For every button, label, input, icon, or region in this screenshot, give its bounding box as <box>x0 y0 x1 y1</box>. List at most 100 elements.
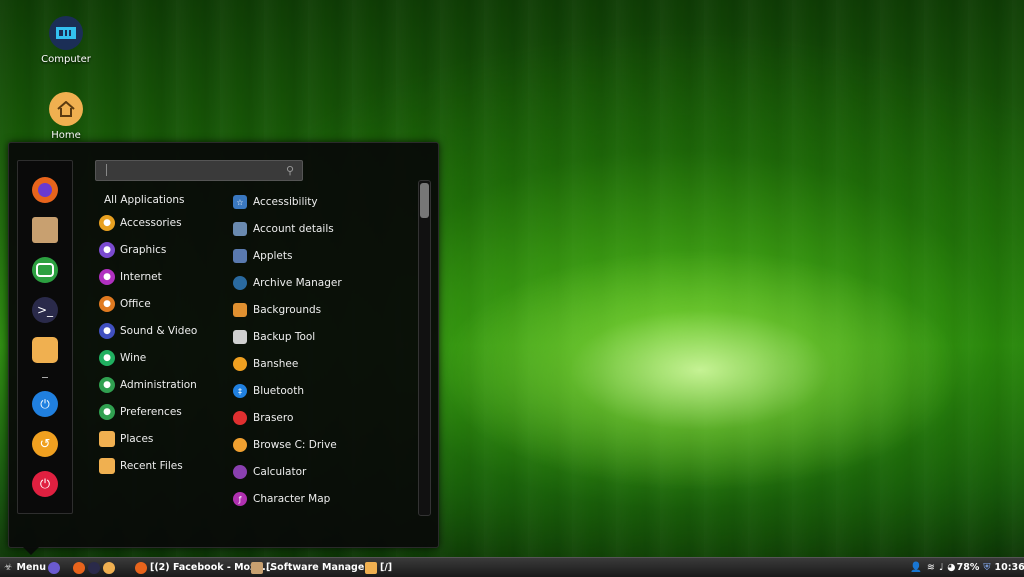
folder-icon[interactable] <box>32 337 58 363</box>
search-input[interactable]: ⚲ <box>95 160 303 181</box>
app-applets[interactable]: Applets <box>233 245 292 267</box>
desktop-icon-computer[interactable]: Computer <box>26 16 106 65</box>
app-browse-c-drive[interactable]: Browse C: Drive <box>233 434 337 456</box>
category-label: Accessories <box>120 217 182 229</box>
category-wine[interactable]: ● Wine <box>99 347 146 369</box>
category-label: Sound & Video <box>120 325 198 337</box>
firefox-icon[interactable] <box>32 177 58 203</box>
app-brasero[interactable]: Brasero <box>233 407 293 429</box>
firefox-launcher-icon[interactable] <box>73 561 85 574</box>
window-button-label: [Software Manager] <box>266 562 374 573</box>
app-label: Banshee <box>253 358 299 370</box>
sound-video-icon: ● <box>99 323 115 339</box>
graphics-icon: ● <box>99 242 115 258</box>
network-icon[interactable]: ≋ <box>927 562 935 573</box>
category-places[interactable]: Places <box>99 428 153 450</box>
volume-icon[interactable]: ♩ <box>939 562 943 573</box>
category-label: Recent Files <box>120 460 183 472</box>
power-icon[interactable]: ⏻ <box>32 471 58 497</box>
desktop-icon-label: Home <box>51 130 81 141</box>
app-backgrounds[interactable]: Backgrounds <box>233 299 321 321</box>
category-label: All Applications <box>104 194 185 206</box>
battery-icon[interactable]: ◕ <box>947 562 955 573</box>
category-office[interactable]: ● Office <box>99 293 151 315</box>
category-label: Preferences <box>120 406 182 418</box>
separator <box>42 377 48 378</box>
system-tray: 👤 ≋ ♩ ◕ 78% ⛨ 10:36 <box>910 560 1024 575</box>
office-icon: ● <box>99 296 115 312</box>
browser-launcher-icon[interactable] <box>48 561 60 574</box>
accessibility-icon: ☆ <box>233 195 247 209</box>
category-accessories[interactable]: ● Accessories <box>99 212 182 234</box>
app-accessibility[interactable]: ☆ Accessibility <box>233 191 318 213</box>
computer-icon <box>49 16 83 50</box>
app-label: Archive Manager <box>253 277 342 289</box>
wine-icon: ● <box>99 350 115 366</box>
text-caret <box>106 164 107 176</box>
app-label: Browse C: Drive <box>253 439 337 451</box>
terminal-icon[interactable]: >_ <box>32 297 58 323</box>
apps-scrollbar[interactable] <box>418 180 431 516</box>
character-map-icon: ƒ <box>233 492 247 506</box>
calculator-icon <box>233 465 247 479</box>
category-label: Places <box>120 433 154 445</box>
category-label: Internet <box>120 271 162 283</box>
category-all-applications[interactable]: All Applications <box>104 189 185 211</box>
window-button-label: [/] <box>380 562 393 573</box>
app-character-map[interactable]: ƒ Character Map <box>233 488 330 510</box>
app-label: Applets <box>253 250 293 262</box>
banshee-icon <box>233 357 247 371</box>
app-calculator[interactable]: Calculator <box>233 461 306 483</box>
battery-percentage: 78% <box>956 562 980 573</box>
desktop-icon-home[interactable]: Home <box>26 92 106 141</box>
home-folder-icon <box>49 92 83 126</box>
category-label: Graphics <box>120 244 167 256</box>
browse-c-drive-icon <box>233 438 247 452</box>
recent-files-icon <box>99 458 115 474</box>
backup-tool-icon <box>233 330 247 344</box>
package-icon[interactable] <box>32 217 58 243</box>
software-manager-icon <box>251 561 263 574</box>
accessories-icon: ● <box>99 215 115 231</box>
category-recent-files[interactable]: Recent Files <box>99 455 183 477</box>
scrollbar-thumb[interactable] <box>420 183 429 218</box>
files-launcher-icon[interactable] <box>103 561 115 574</box>
preferences-icon: ● <box>99 404 115 420</box>
app-label: Bluetooth <box>253 385 304 397</box>
category-graphics[interactable]: ● Graphics <box>99 239 166 261</box>
clock[interactable]: 10:36 <box>994 562 1024 573</box>
favorites-bar: >_ ⏻ ↺ ⏻ <box>17 160 73 514</box>
window-button-files[interactable]: [/] <box>365 560 392 575</box>
app-account-details[interactable]: Account details <box>233 218 334 240</box>
update-shield-icon[interactable]: ⛨ <box>983 562 990 573</box>
bottom-panel: ☣ Menu [(2) Facebook - Mozil... [Softwar… <box>0 557 1024 577</box>
category-sound-video[interactable]: ● Sound & Video <box>99 320 197 342</box>
app-bluetooth[interactable]: ‡ Bluetooth <box>233 380 304 402</box>
lock-screen-icon[interactable]: ⏻ <box>32 391 58 417</box>
archive-manager-icon <box>233 276 247 290</box>
internet-icon: ● <box>99 269 115 285</box>
user-icon[interactable]: 👤 <box>910 562 922 573</box>
logout-icon[interactable]: ↺ <box>32 431 58 457</box>
app-label: Account details <box>253 223 334 235</box>
category-label: Wine <box>120 352 147 364</box>
category-label: Administration <box>120 379 197 391</box>
folder-icon <box>365 561 377 574</box>
menu-icon: ☣ <box>4 562 13 573</box>
menu-button[interactable]: ☣ Menu <box>4 560 46 575</box>
firefox-icon <box>135 561 147 574</box>
app-banshee[interactable]: Banshee <box>233 353 298 375</box>
category-preferences[interactable]: ● Preferences <box>99 401 182 423</box>
category-administration[interactable]: ● Administration <box>99 374 197 396</box>
app-label: Backgrounds <box>253 304 322 316</box>
menu-button-label: Menu <box>16 562 46 573</box>
settings-toggle-icon[interactable] <box>32 257 58 283</box>
app-label: Calculator <box>253 466 307 478</box>
app-backup-tool[interactable]: Backup Tool <box>233 326 315 348</box>
window-button-software-manager[interactable]: [Software Manager] <box>251 560 373 575</box>
category-internet[interactable]: ● Internet <box>99 266 162 288</box>
terminal-launcher-icon[interactable] <box>88 561 100 574</box>
app-archive-manager[interactable]: Archive Manager <box>233 272 342 294</box>
application-menu: >_ ⏻ ↺ ⏻ ⚲ All Applications ● Accessories… <box>8 142 439 555</box>
app-label: Brasero <box>253 412 294 424</box>
